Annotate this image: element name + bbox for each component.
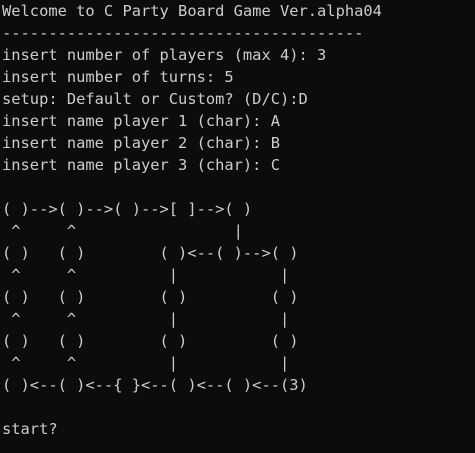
setup-prompt-line: setup: Default or Custom? (D/C):D [2, 90, 308, 108]
console-window[interactable]: Welcome to C Party Board Game Ver.alpha0… [0, 0, 475, 453]
player-3-name-line: insert name player 3 (char): C [2, 156, 280, 174]
board-row-4: ^ ^ | | [2, 266, 290, 284]
start-prompt-line: start? [2, 420, 58, 438]
board-row-6: ^ ^ | | [2, 310, 290, 328]
board-row-2: ^ ^ | [2, 222, 243, 240]
separator-line: --------------------------------------- [2, 24, 364, 42]
board-row-8: ^ ^ | | [2, 354, 290, 372]
board-row-1: ( )-->( )-->( )-->[ ]-->( ) [2, 200, 253, 218]
board-row-5: ( ) ( ) ( ) ( ) [2, 288, 299, 306]
board-row-7: ( ) ( ) ( ) ( ) [2, 332, 299, 350]
player-1-name-line: insert name player 1 (char): A [2, 112, 280, 130]
players-prompt-line: insert number of players (max 4): 3 [2, 46, 327, 64]
board-row-9: ( )<--( )<--{ }<--( )<--( )<--(3) [2, 376, 308, 394]
board-row-3: ( ) ( ) ( )<--( )-->( ) [2, 244, 299, 262]
welcome-title-line: Welcome to C Party Board Game Ver.alpha0… [2, 2, 382, 20]
player-2-name-line: insert name player 2 (char): B [2, 134, 280, 152]
turns-prompt-line: insert number of turns: 5 [2, 68, 234, 86]
